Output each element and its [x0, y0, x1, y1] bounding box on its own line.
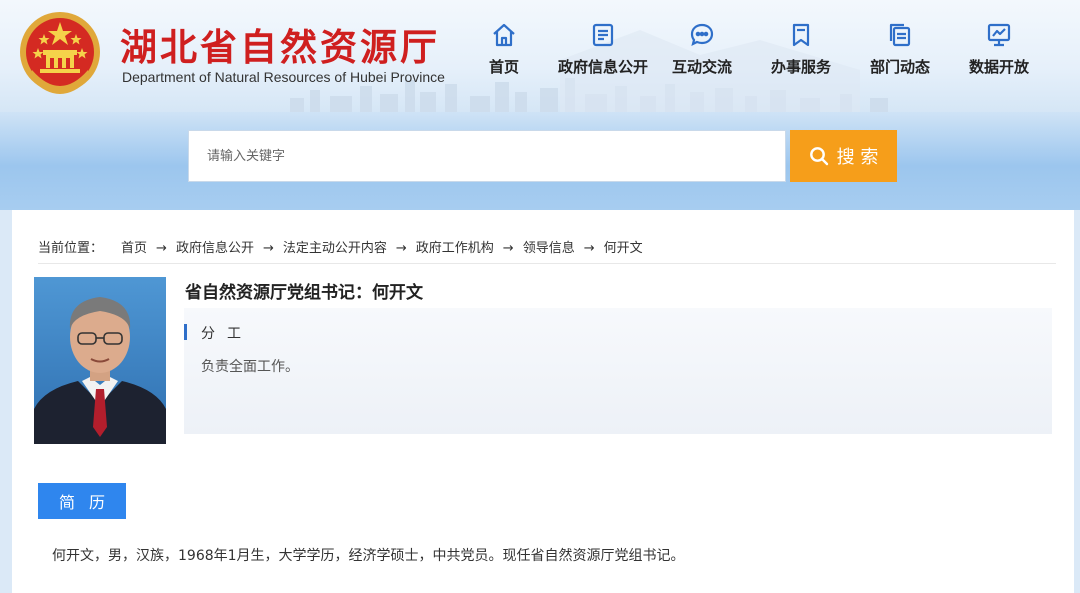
document-icon — [592, 23, 614, 47]
breadcrumb-label: 当前位置： — [38, 241, 104, 256]
breadcrumb-separator: → — [583, 241, 595, 256]
home-icon — [493, 23, 515, 47]
resume-text: 何开文，男，汉族，1968年1月生，大学学历，经济学硕士，中共党员。现任省自然资… — [52, 548, 685, 564]
breadcrumb-separator: → — [502, 241, 514, 256]
nav-item-interaction[interactable]: 互动交流 — [652, 14, 752, 94]
duty-text: 负责全面工作。 — [201, 359, 299, 375]
breadcrumb-item-gov-info[interactable]: 政府信息公开 — [176, 241, 254, 256]
breadcrumb-divider — [38, 263, 1056, 264]
site-subtitle: Department of Natural Resources of Hubei… — [122, 69, 445, 85]
nav-item-label: 办事服务 — [770, 58, 831, 76]
search-button[interactable]: 搜 索 — [790, 130, 897, 182]
nav-item-gov-info[interactable]: 政府信息公开 — [553, 14, 653, 94]
national-emblem-icon — [20, 12, 100, 94]
site-title: 湖北省自然资源厅 — [120, 26, 440, 69]
nav-item-label: 部门动态 — [869, 58, 930, 76]
profile-title: 省自然资源厅党组书记：何开文 — [185, 283, 423, 303]
breadcrumb-item-home[interactable]: 首页 — [121, 241, 147, 256]
breadcrumb: 当前位置： 首页 → 政府信息公开 → 法定主动公开内容 → 政府工作机构 → 领导信息 → 何开文 — [38, 237, 643, 256]
breadcrumb-item-current[interactable]: 何开文 — [604, 241, 643, 256]
nav-item-home[interactable]: 首页 — [454, 14, 554, 94]
breadcrumb-item-agencies[interactable]: 政府工作机构 — [416, 241, 494, 256]
nav-item-services[interactable]: 办事服务 — [751, 14, 851, 94]
duty-accent-bar — [184, 324, 187, 340]
nav-item-news[interactable]: 部门动态 — [850, 14, 950, 94]
duty-section: 分工 负责全面工作。 — [184, 308, 1052, 434]
monitor-chart-icon — [987, 23, 1011, 47]
breadcrumb-separator: → — [262, 241, 274, 256]
search-button-label: 搜 索 — [836, 147, 879, 168]
duty-heading-label: 分工 — [201, 326, 253, 342]
bookmark-icon — [792, 23, 810, 47]
resume-button[interactable]: 简历 — [38, 483, 126, 519]
nav-item-open-data[interactable]: 数据开放 — [949, 14, 1049, 94]
nav-item-label: 首页 — [488, 58, 519, 76]
breadcrumb-item-statutory[interactable]: 法定主动公开内容 — [283, 241, 387, 256]
content-card: 当前位置： 首页 → 政府信息公开 → 法定主动公开内容 → 政府工作机构 → 领导信息 → 何开文 … — [12, 210, 1074, 593]
breadcrumb-separator: → — [395, 241, 407, 256]
copy-document-icon — [889, 23, 911, 47]
chat-bubble-icon — [690, 23, 714, 47]
breadcrumb-item-leaders[interactable]: 领导信息 — [523, 241, 575, 256]
leader-portrait — [34, 277, 166, 444]
breadcrumb-separator: → — [156, 241, 167, 256]
nav-item-label: 数据开放 — [968, 58, 1029, 76]
site-header: 湖北省自然资源厅 Department of Natural Resources… — [0, 0, 1080, 112]
search-input[interactable] — [188, 130, 786, 182]
search-icon — [809, 147, 828, 166]
nav-item-label: 政府信息公开 — [557, 58, 648, 76]
nav-item-label: 互动交流 — [671, 58, 732, 76]
